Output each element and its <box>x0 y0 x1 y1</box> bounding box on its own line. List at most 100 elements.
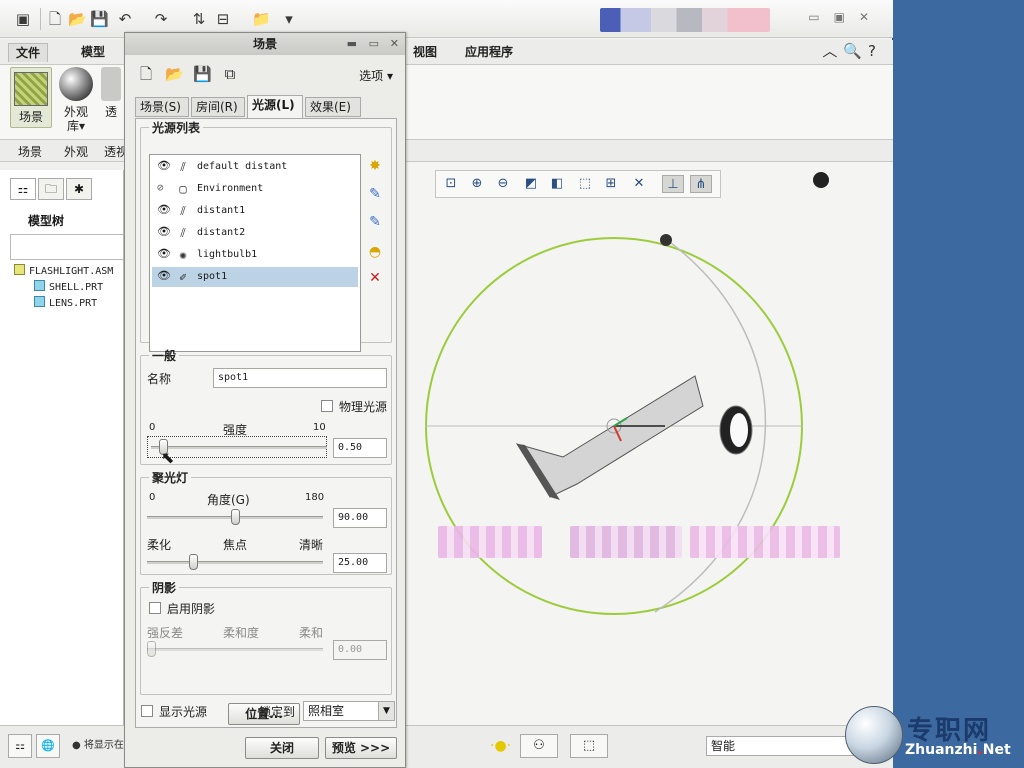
light-row[interactable]: 👁 ✺ lightbulb1 <box>152 245 358 265</box>
selection-filter[interactable]: 智能 <box>706 736 866 756</box>
help-icon[interactable]: ? <box>868 42 882 60</box>
light-list[interactable]: 👁 ⫽ default distant ⊘ ▢ Environment 👁 ⫽ … <box>149 154 361 352</box>
copy-scene-icon[interactable]: ⧉ <box>221 65 239 83</box>
lock-to-value: 照相室 <box>308 704 345 718</box>
light-row[interactable]: 👁 ⫽ distant1 <box>152 201 358 221</box>
menu-model[interactable]: 模型 <box>74 43 112 62</box>
favorites-tab-icon[interactable]: ✱ <box>66 178 92 200</box>
light-list-group: 光源列表 👁 ⫽ default distant ⊘ ▢ Environment… <box>140 119 392 352</box>
status-message-text: 将显示在 <box>83 740 124 751</box>
add-skylight-icon[interactable]: ◓ <box>365 242 385 262</box>
search-icon[interactable]: 🔍 <box>843 42 868 60</box>
tab-room[interactable]: 房间(R) <box>191 97 245 117</box>
appearance-button-label: 外观 库 <box>63 105 88 133</box>
angle-slider-thumb[interactable] <box>230 509 240 525</box>
mouse-cursor-icon: ⬉ <box>161 448 175 467</box>
enable-shadow-checkbox[interactable] <box>149 602 161 614</box>
light-name: distant2 <box>197 227 246 238</box>
focus-slider-thumb[interactable] <box>188 554 198 570</box>
eye-icon[interactable]: 👁 <box>157 204 171 215</box>
intensity-slider-track[interactable] <box>151 446 327 449</box>
delete-light-icon[interactable]: ✕ <box>365 268 385 288</box>
menu-applications[interactable]: 应用程序 <box>458 43 520 62</box>
show-lights-label: 显示光源 <box>159 705 208 719</box>
physical-light-label: 物理光源 <box>339 400 388 414</box>
light-bulb-icon: ·●· <box>490 738 512 754</box>
tab-scene[interactable]: 场景(S) <box>135 97 189 117</box>
light-name-input[interactable]: spot1 <box>213 368 387 388</box>
appearance-gallery-button[interactable]: 外观 库▾ <box>56 67 96 133</box>
graphics-viewport[interactable]: ⊡ ⊕ ⊖ ◩ ◧ ⬚ ⊞ ✕ ⊥ ⋔ <box>405 162 893 725</box>
customize-dropdown-icon[interactable]: ▾ <box>280 10 298 28</box>
distant-light-icon: ⫽ <box>180 226 186 240</box>
soft-end-label: 柔和 <box>299 626 324 640</box>
light-row[interactable]: 👁 ⫽ distant2 <box>152 223 358 243</box>
close-button[interactable]: 关闭 <box>245 737 319 759</box>
light-row[interactable]: ⊘ ▢ Environment <box>152 179 358 199</box>
windows-icon[interactable]: ⊟ <box>214 10 232 28</box>
dialog-toolbar: 🗋 📂 💾 ⧉ 选项 ▾ <box>125 55 405 91</box>
save-scene-icon[interactable]: 💾 <box>193 65 212 83</box>
open-scene-icon[interactable]: 📂 <box>165 65 184 83</box>
focus-slider-track[interactable] <box>147 561 323 564</box>
eye-icon[interactable]: 👁 <box>157 160 171 171</box>
selection-box-icon[interactable]: ⬚ <box>570 734 608 758</box>
tab-effects[interactable]: 效果(E) <box>305 97 361 117</box>
folder-browser-tab-icon[interactable]: 🗀 <box>38 178 64 200</box>
light-row[interactable]: 👁 ⫽ default distant <box>152 157 358 177</box>
spot-light-lens <box>730 413 748 447</box>
eye-icon[interactable]: 👁 <box>157 226 171 237</box>
new-file-icon[interactable]: 🗋 <box>46 10 64 28</box>
window-controls[interactable]: ▭▣✕ <box>808 10 883 24</box>
lock-to-select[interactable]: 照相室 ▼ <box>303 701 395 721</box>
add-spot-light-icon[interactable]: ✎ <box>365 212 385 232</box>
sharp-label: 清晰 <box>299 538 324 552</box>
tree-filter-box[interactable] <box>10 234 124 260</box>
light-handle-corner[interactable] <box>813 172 829 188</box>
intensity-input[interactable]: 0.50 <box>333 438 387 458</box>
light-row-selected[interactable]: 👁 ✐ spot1 <box>152 267 358 287</box>
angle-input[interactable]: 90.00 <box>333 508 387 528</box>
eye-icon[interactable]: 👁 <box>157 270 171 281</box>
preview-button[interactable]: 预览 >>> <box>325 737 397 759</box>
add-bulb-light-icon[interactable]: ✎ <box>365 184 385 204</box>
tab-lights[interactable]: 光源(L) <box>247 95 303 119</box>
dialog-close-icon[interactable]: ✕ <box>390 33 399 55</box>
group-scene[interactable]: 场景 <box>18 143 42 160</box>
undo-icon[interactable]: ↶ <box>116 10 134 28</box>
app-logo-icon[interactable]: ▣ <box>14 10 32 28</box>
collapse-ribbon-icon[interactable]: ︿ <box>822 42 843 60</box>
menu-file[interactable]: 文件 <box>8 43 49 62</box>
strong-contrast-label: 强反差 <box>147 626 184 640</box>
eye-hidden-icon[interactable]: ⊘ <box>157 182 171 193</box>
scene-button[interactable]: 场景 <box>10 67 52 128</box>
redo-icon[interactable]: ↷ <box>152 10 170 28</box>
show-navigator-icon[interactable]: ⚏ <box>8 734 32 758</box>
regenerate-icon[interactable]: ⇅ <box>190 10 208 28</box>
close-window-icon[interactable]: 📁 <box>252 10 271 28</box>
eye-icon[interactable]: 👁 <box>157 248 171 259</box>
new-scene-icon[interactable]: 🗋 <box>137 65 155 83</box>
transparency-button[interactable]: 透 <box>100 67 122 119</box>
tree-item-part[interactable]: LENS.PRT <box>34 296 97 309</box>
show-lights-checkbox[interactable] <box>141 705 153 717</box>
menu-view[interactable]: 视图 <box>406 43 444 62</box>
physical-light-checkbox[interactable] <box>321 400 333 412</box>
save-icon[interactable]: 💾 <box>90 10 109 28</box>
tree-item-assembly[interactable]: FLASHLIGHT.ASM <box>14 264 113 277</box>
dialog-minimize-icon[interactable]: ▬ <box>347 33 357 55</box>
find-icon[interactable]: ⚇ <box>520 734 558 758</box>
light-handle-top[interactable] <box>660 234 672 246</box>
open-folder-icon[interactable]: 📂 <box>68 10 87 28</box>
tree-item-part[interactable]: SHELL.PRT <box>34 280 103 293</box>
model-tree-tab-icon[interactable]: ⚏ <box>10 178 36 200</box>
pixelated-overlay <box>690 526 840 558</box>
show-browser-icon[interactable]: 🌐 <box>36 734 60 758</box>
dialog-maximize-icon[interactable]: ▭ <box>369 33 379 55</box>
options-menu[interactable]: 选项 ▾ <box>359 67 393 84</box>
model-tree-panel: ⚏ 🗀 ✱ 模型树 FLASHLIGHT.ASM SHELL.PRT LENS.PR… <box>0 170 124 725</box>
watermark-en-tail: Net <box>982 742 1011 758</box>
add-distant-light-icon[interactable]: ✸ <box>365 156 385 176</box>
group-appearance[interactable]: 外观 <box>64 143 88 160</box>
focus-input[interactable]: 25.00 <box>333 553 387 573</box>
